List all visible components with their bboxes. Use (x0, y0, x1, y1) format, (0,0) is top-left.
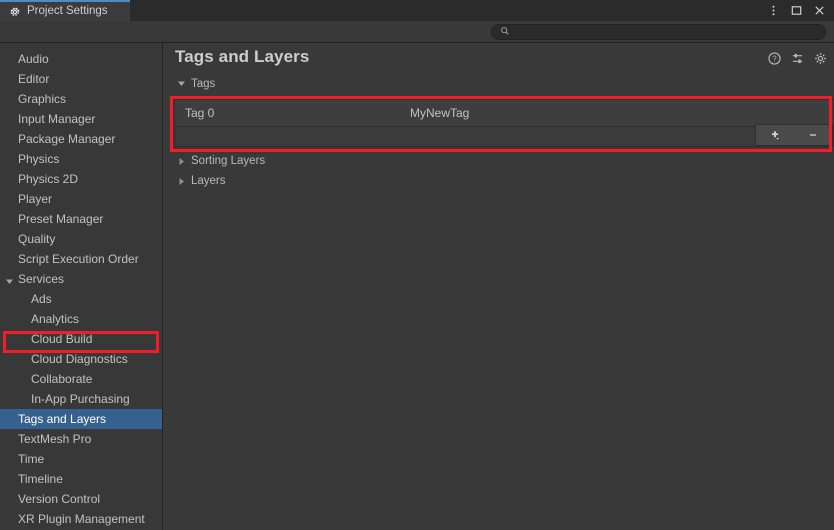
sidebar-item-version-control[interactable]: Version Control (0, 489, 162, 509)
sidebar-item-label: Tags and Layers (18, 412, 107, 426)
sidebar-item-cloud-diagnostics[interactable]: Cloud Diagnostics (0, 349, 162, 369)
sidebar-item-label: Physics 2D (18, 172, 79, 186)
remove-tag-button[interactable] (800, 126, 826, 144)
settings-content-pane: Tags and Layers ? Tags Tag 0 MyNewTag So… (164, 43, 834, 530)
chevron-down-icon (5, 275, 14, 284)
sub-foldouts: Sorting Layers Layers (164, 151, 834, 191)
help-icon[interactable]: ? (768, 52, 781, 65)
sidebar-item-xr-plugin-management[interactable]: XR Plugin Management (0, 509, 162, 529)
sidebar-item-label: XR Plugin Management (18, 512, 145, 526)
sidebar-item-label: Input Manager (18, 112, 96, 126)
sidebar-item-physics[interactable]: Physics (0, 149, 162, 169)
layers-label: Layers (191, 175, 226, 187)
layers-foldout[interactable]: Layers (164, 171, 834, 191)
sidebar-item-quality[interactable]: Quality (0, 229, 162, 249)
svg-text:?: ? (772, 55, 777, 64)
sorting-layers-label: Sorting Layers (191, 155, 266, 167)
tags-foldout-label: Tags (191, 77, 216, 90)
sidebar-item-label: Time (18, 452, 45, 466)
tag-list-buttons (755, 124, 833, 146)
sidebar-item-cloud-build[interactable]: Cloud Build (0, 329, 162, 349)
tags-foldout[interactable]: Tags (164, 75, 834, 92)
tag-value-label: MyNewTag (410, 106, 470, 120)
tag-index-label: Tag 0 (185, 106, 215, 120)
sidebar-item-label: In-App Purchasing (31, 392, 130, 406)
sidebar-item-label: Cloud Build (31, 332, 93, 346)
kebab-menu-icon[interactable] (766, 4, 780, 18)
chevron-right-icon (177, 177, 186, 186)
chevron-down-icon (177, 79, 186, 88)
tag-list: Tag 0 MyNewTag (174, 99, 834, 127)
sidebar-item-in-app-purchasing[interactable]: In-App Purchasing (0, 389, 162, 409)
content-header-icons: ? (768, 52, 827, 65)
titlebar: Project Settings (0, 0, 834, 21)
sidebar-item-tags-and-layers[interactable]: Tags and Layers (0, 409, 162, 429)
sidebar-item-label: Analytics (31, 312, 80, 326)
close-icon[interactable] (812, 4, 826, 18)
sidebar-item-label: Audio (18, 52, 49, 66)
sidebar-item-label: Cloud Diagnostics (31, 352, 128, 366)
content-header: Tags and Layers ? (164, 43, 834, 75)
sidebar-item-label: Package Manager (18, 132, 116, 146)
sidebar-item-input-manager[interactable]: Input Manager (0, 109, 162, 129)
sidebar-item-label: Script Execution Order (18, 252, 139, 266)
sidebar-item-services[interactable]: Services (0, 269, 162, 289)
settings-nav-list: Audio Editor Graphics Input Manager Package … (0, 49, 162, 529)
chevron-right-icon (177, 157, 186, 166)
preset-icon[interactable] (791, 52, 804, 65)
sidebar-item-package-manager[interactable]: Package Manager (0, 129, 162, 149)
search-input[interactable] (515, 25, 817, 39)
sidebar-item-label: Timeline (18, 472, 63, 486)
sidebar-item-physics-2d[interactable]: Physics 2D (0, 169, 162, 189)
tag-list-toolbar (174, 124, 834, 147)
window-controls (766, 0, 834, 21)
search-field[interactable] (491, 24, 826, 40)
sidebar-item-label: Preset Manager (18, 212, 104, 226)
tab-project-settings[interactable]: Project Settings (0, 0, 130, 21)
sidebar-item-time[interactable]: Time (0, 449, 162, 469)
sidebar-item-label: Physics (18, 152, 60, 166)
sidebar-item-label: Ads (31, 292, 52, 306)
sidebar-item-editor[interactable]: Editor (0, 69, 162, 89)
search-icon (500, 23, 510, 41)
sidebar-item-label: Player (18, 192, 53, 206)
unity-project-settings-window: Project Settings Audio Editor Graphics I… (0, 0, 834, 530)
sidebar-item-audio[interactable]: Audio (0, 49, 162, 69)
sidebar-item-label: TextMesh Pro (18, 432, 92, 446)
sidebar-item-preset-manager[interactable]: Preset Manager (0, 209, 162, 229)
page-title: Tags and Layers (175, 47, 310, 66)
maximize-icon[interactable] (789, 4, 803, 18)
sidebar-item-analytics[interactable]: Analytics (0, 309, 162, 329)
sidebar-item-label: Collaborate (31, 372, 93, 386)
table-row[interactable]: Tag 0 MyNewTag (175, 100, 833, 126)
sorting-layers-foldout[interactable]: Sorting Layers (164, 151, 834, 171)
sidebar-item-timeline[interactable]: Timeline (0, 469, 162, 489)
sidebar-item-label: Editor (18, 72, 50, 86)
add-tag-button[interactable] (762, 126, 788, 144)
gear-icon[interactable] (814, 52, 827, 65)
sidebar-item-textmesh-pro[interactable]: TextMesh Pro (0, 429, 162, 449)
settings-sidebar[interactable]: Audio Editor Graphics Input Manager Package … (0, 43, 163, 530)
gear-icon (9, 5, 21, 17)
tabbar-empty-area (130, 0, 834, 21)
sidebar-item-script-execution-order[interactable]: Script Execution Order (0, 249, 162, 269)
sidebar-item-label: Version Control (18, 492, 101, 506)
sidebar-item-player[interactable]: Player (0, 189, 162, 209)
sidebar-item-ads[interactable]: Ads (0, 289, 162, 309)
tab-label: Project Settings (27, 4, 108, 17)
search-bar (0, 21, 834, 43)
sidebar-item-collaborate[interactable]: Collaborate (0, 369, 162, 389)
sidebar-item-label: Graphics (18, 92, 67, 106)
sidebar-item-graphics[interactable]: Graphics (0, 89, 162, 109)
sidebar-item-label: Quality (18, 232, 56, 246)
